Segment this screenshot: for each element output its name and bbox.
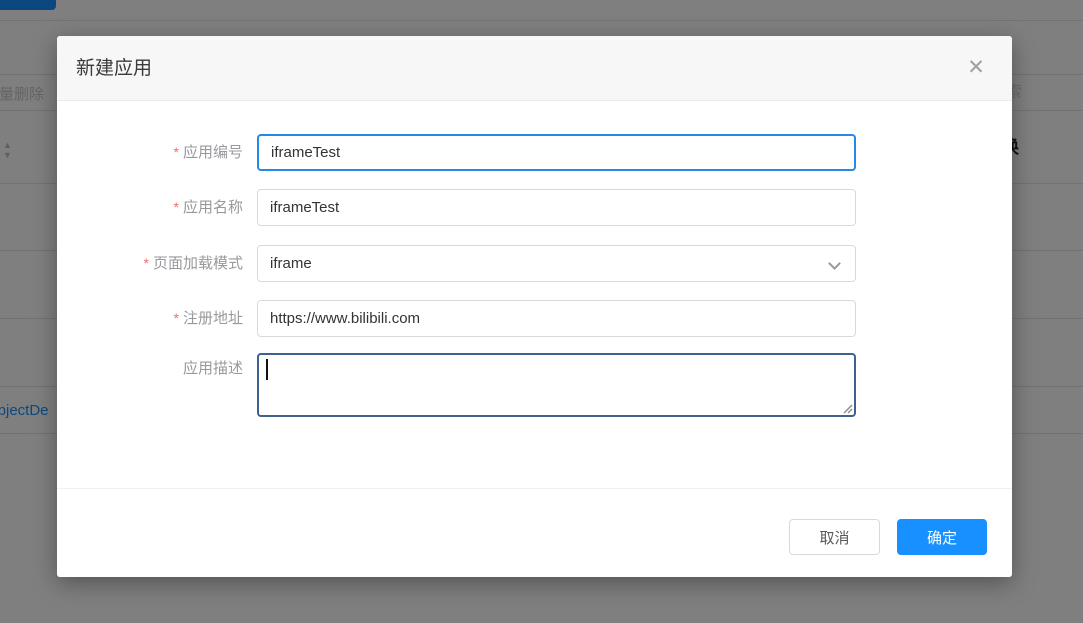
modal-header: 新建应用 ✕ [57,36,1012,101]
app-description-textarea[interactable] [257,353,856,417]
new-application-modal: 新建应用 ✕ *应用编号 *应用名称 *页面加载模式 iframe [57,36,1012,577]
form-row-app-description: 应用描述 [57,353,1012,417]
required-mark: * [174,310,179,326]
chevron-down-icon [828,257,841,270]
app-name-input[interactable] [257,189,856,226]
text-caret [266,359,268,380]
register-url-input[interactable] [257,300,856,337]
field-label: *页面加载模式 [57,245,243,282]
required-mark: * [174,144,179,160]
form-row-load-mode: *页面加载模式 iframe [57,245,1012,282]
load-mode-select[interactable]: iframe [257,245,856,282]
form-row-register-url: *注册地址 [57,300,1012,337]
confirm-button[interactable]: 确定 [897,519,987,555]
field-label: *注册地址 [57,300,243,337]
required-mark: * [144,255,149,271]
modal-title: 新建应用 [76,36,152,101]
modal-footer: 取消 确定 [57,488,1012,577]
required-mark: * [174,199,179,215]
form-row-app-name: *应用名称 [57,189,1012,226]
resize-handle-icon[interactable] [842,403,853,414]
close-icon[interactable]: ✕ [962,54,990,82]
field-label: 应用描述 [57,359,243,379]
cancel-button[interactable]: 取消 [789,519,880,555]
selected-option: iframe [270,255,312,272]
app-code-input[interactable] [257,134,856,171]
form-row-app-code: *应用编号 [57,134,1012,171]
field-label: *应用编号 [57,134,243,171]
field-label: *应用名称 [57,189,243,226]
